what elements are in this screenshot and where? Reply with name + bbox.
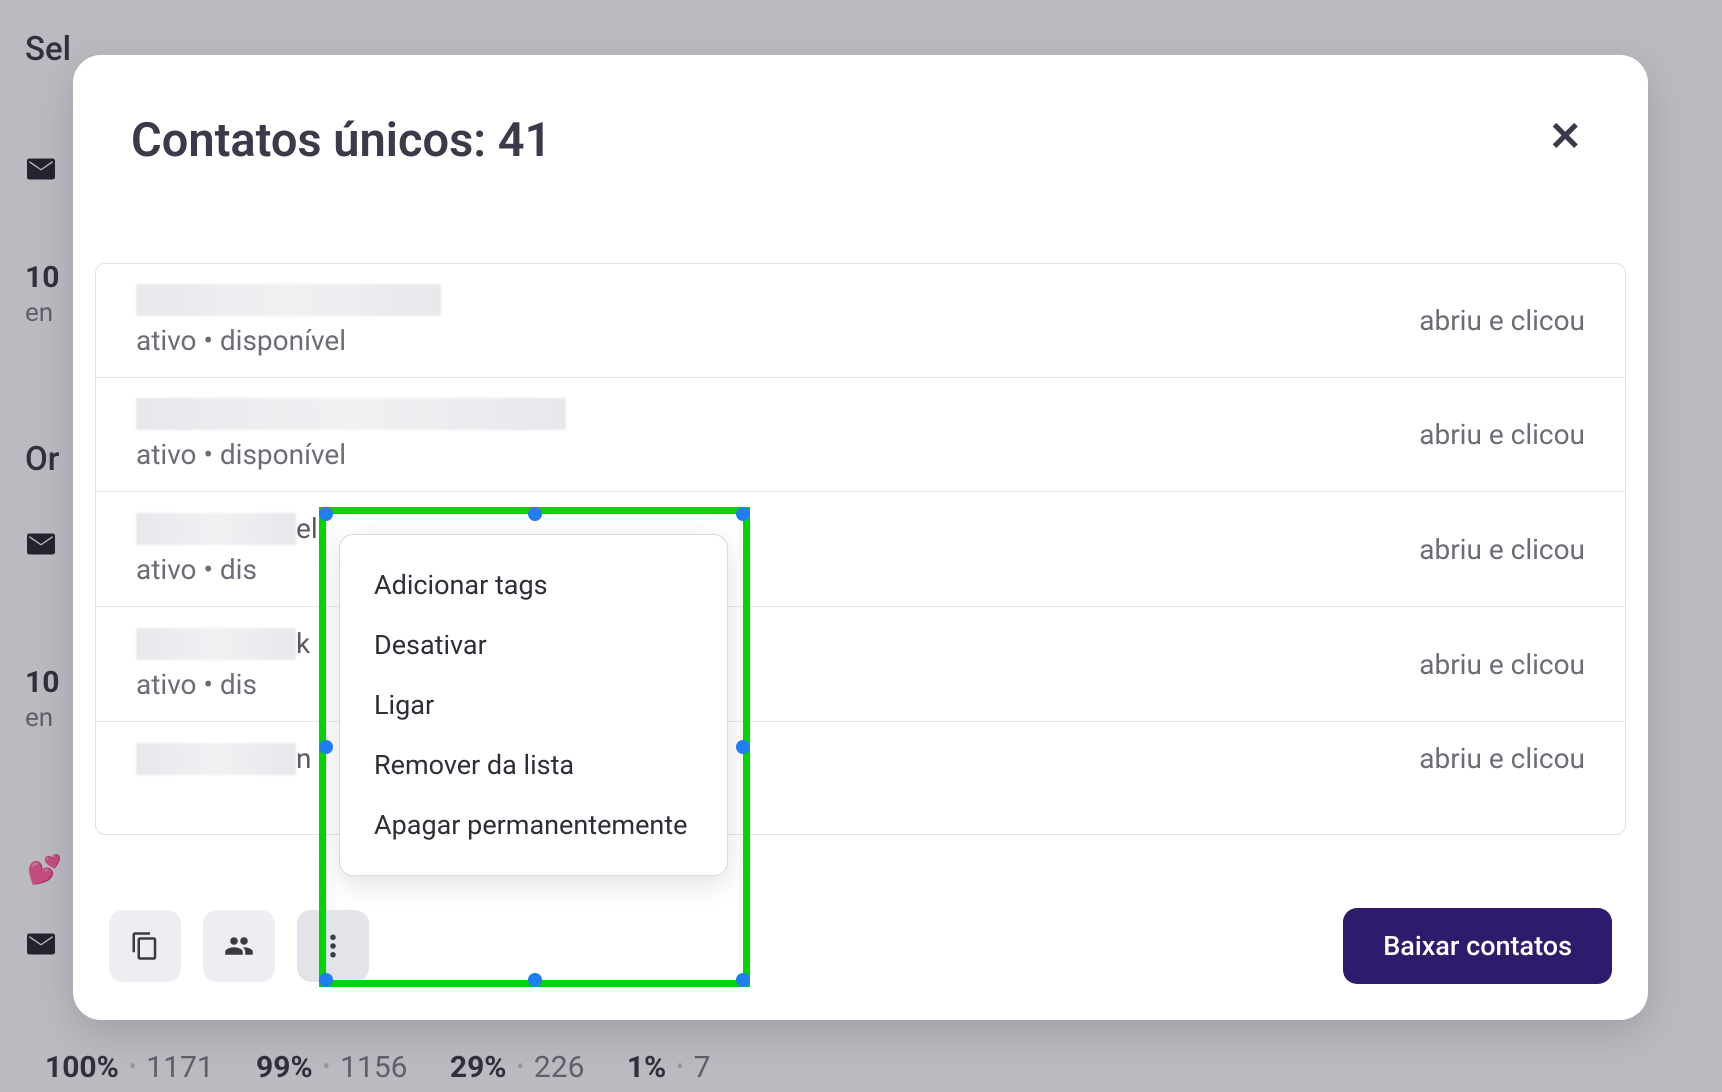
contact-status: abriu e clicou (1419, 304, 1585, 337)
contact-name-redacted (136, 513, 296, 545)
contact-row[interactable]: ativo • disponível abriu e clicou (96, 264, 1625, 378)
users-button[interactable] (203, 910, 275, 982)
contact-meta: ativo • disponível (136, 324, 441, 357)
contact-row[interactable]: el ativo • dis abriu e clicou (96, 492, 1625, 607)
close-button[interactable]: ✕ (1540, 113, 1590, 161)
copy-icon (130, 931, 160, 961)
menu-remove-from-list[interactable]: Remover da lista (340, 735, 727, 795)
contact-name-fragment: el (296, 512, 326, 545)
contact-meta: ativo • dis (136, 553, 326, 586)
contact-name-redacted (136, 398, 566, 430)
contacts-list-scroll[interactable]: ativo • disponível abriu e clicou ativo … (96, 264, 1625, 834)
modal-title: Contatos únicos: 41 (131, 113, 551, 168)
users-icon (224, 931, 254, 961)
contact-name-redacted (136, 743, 296, 775)
menu-call[interactable]: Ligar (340, 675, 727, 735)
download-contacts-button[interactable]: Baixar contatos (1343, 908, 1612, 984)
copy-button[interactable] (109, 910, 181, 982)
contacts-list: ativo • disponível abriu e clicou ativo … (95, 263, 1626, 835)
menu-add-tags[interactable]: Adicionar tags (340, 555, 727, 615)
contacts-modal: Contatos únicos: 41 ✕ ativo • disponível… (73, 55, 1648, 1020)
contact-row[interactable]: ativo • disponível abriu e clicou (96, 378, 1625, 492)
more-vertical-icon (318, 931, 348, 961)
contact-row[interactable]: k ativo • dis abriu e clicou (96, 607, 1625, 722)
contact-name-redacted (136, 284, 441, 316)
contact-meta: ativo • dis (136, 668, 326, 701)
contact-status: abriu e clicou (1419, 648, 1585, 681)
contact-meta: ativo • disponível (136, 438, 566, 471)
context-menu: Adicionar tags Desativar Ligar Remover d… (339, 534, 728, 876)
menu-deactivate[interactable]: Desativar (340, 615, 727, 675)
contact-name-redacted (136, 628, 296, 660)
contact-status: abriu e clicou (1419, 418, 1585, 451)
contact-status: abriu e clicou (1419, 533, 1585, 566)
contact-name-fragment: k (296, 627, 326, 660)
menu-delete-permanently[interactable]: Apagar permanentemente (340, 795, 727, 855)
contact-name-fragment: n (296, 742, 326, 775)
contact-row[interactable]: n abriu e clicou (96, 722, 1625, 795)
more-button[interactable] (297, 910, 369, 982)
contact-status: abriu e clicou (1419, 742, 1585, 775)
